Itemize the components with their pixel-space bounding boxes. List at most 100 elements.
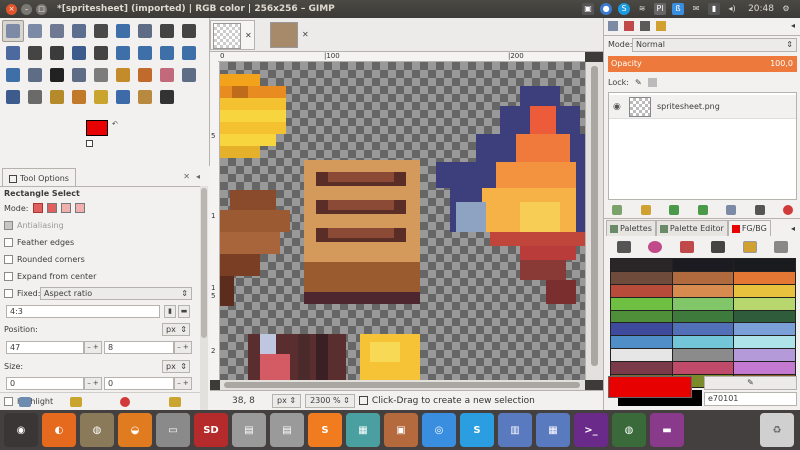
watercolor-selector-icon[interactable] bbox=[711, 241, 726, 253]
palette-swatch[interactable] bbox=[611, 297, 672, 310]
default-colors-icon[interactable] bbox=[86, 140, 93, 147]
smudge-tool-button[interactable] bbox=[134, 86, 156, 108]
landscape-button[interactable]: ▬ bbox=[178, 305, 190, 318]
palette-swatch[interactable] bbox=[734, 362, 795, 375]
palette-swatch[interactable] bbox=[734, 259, 795, 271]
free-select-tool-button[interactable] bbox=[46, 20, 68, 42]
image-tab-other[interactable]: ✕ bbox=[268, 20, 311, 50]
palette-swatch[interactable] bbox=[611, 284, 672, 297]
size-h-stepper[interactable]: – + bbox=[174, 377, 192, 390]
scrollbar-thumb[interactable] bbox=[224, 382, 580, 388]
size-unit-select[interactable]: px ⇕ bbox=[162, 360, 190, 373]
size-h-input[interactable]: 0 bbox=[104, 377, 174, 390]
sublime-icon[interactable]: S bbox=[308, 413, 342, 447]
palette-swatch[interactable] bbox=[672, 297, 734, 310]
hex-color-input[interactable]: e70101 bbox=[704, 392, 797, 406]
text-tool-button[interactable] bbox=[46, 64, 68, 86]
pl-indicator-icon[interactable]: Pl bbox=[654, 3, 667, 15]
files-icon[interactable]: ▣ bbox=[384, 413, 418, 447]
drive2-icon[interactable]: ▤ bbox=[270, 413, 304, 447]
gimp-icon[interactable]: ◍ bbox=[80, 413, 114, 447]
mode-intersect-button[interactable] bbox=[74, 203, 85, 213]
perspective-clone-tool-button[interactable] bbox=[90, 86, 112, 108]
palette-swatch[interactable] bbox=[611, 362, 672, 375]
palette-swatch[interactable] bbox=[672, 259, 734, 271]
eyedropper-button[interactable]: ✎ bbox=[704, 376, 797, 390]
fixed-checkbox[interactable] bbox=[4, 289, 13, 298]
tab-menu-icon[interactable]: ◂ bbox=[196, 172, 200, 181]
trash-icon[interactable]: ♻ bbox=[760, 413, 794, 447]
lower-layer-icon[interactable] bbox=[697, 205, 708, 215]
save-options-icon[interactable] bbox=[19, 396, 32, 407]
position-y-stepper[interactable]: – + bbox=[174, 341, 192, 354]
palette-swatch[interactable] bbox=[672, 284, 734, 297]
layers-tab-icon[interactable] bbox=[608, 21, 618, 31]
palette-swatches[interactable] bbox=[610, 258, 796, 388]
delete-options-icon[interactable] bbox=[120, 396, 131, 407]
document-icon[interactable]: ▥ bbox=[498, 413, 532, 447]
new-layer-icon[interactable] bbox=[612, 205, 622, 215]
clock[interactable]: 20:48 bbox=[748, 4, 774, 14]
image-canvas[interactable] bbox=[220, 62, 585, 380]
cmyk-selector-icon[interactable] bbox=[648, 241, 663, 253]
rounded-corners-row[interactable]: Rounded corners bbox=[4, 255, 85, 264]
rotate-tool-button[interactable] bbox=[112, 42, 134, 64]
mypaint-brush-tool-button[interactable] bbox=[24, 86, 46, 108]
paths-tab-icon[interactable] bbox=[640, 21, 650, 31]
opacity-slider[interactable]: Opacity 100,0 bbox=[608, 56, 797, 72]
sd-card-icon[interactable]: SD bbox=[194, 413, 228, 447]
scrollbar-thumb[interactable] bbox=[201, 188, 207, 338]
terminal-icon[interactable]: ▦ bbox=[346, 413, 380, 447]
ratio-input[interactable]: 4:3 bbox=[6, 305, 160, 318]
palette-swatch[interactable] bbox=[734, 297, 795, 310]
foreground-select-tool-button[interactable] bbox=[112, 20, 134, 42]
channels-tab-icon[interactable] bbox=[624, 21, 634, 31]
mode-add-button[interactable] bbox=[46, 203, 57, 213]
triangle-selector-icon[interactable] bbox=[679, 241, 694, 253]
close-tab-icon[interactable]: ✕ bbox=[302, 30, 309, 39]
maximize-window-button[interactable]: □ bbox=[36, 3, 47, 15]
palette-swatch[interactable] bbox=[734, 323, 795, 336]
palette-swatch[interactable] bbox=[611, 271, 672, 284]
blend-app-icon[interactable]: ◍ bbox=[612, 413, 646, 447]
palette-swatch[interactable] bbox=[611, 310, 672, 323]
foreground-color-big[interactable] bbox=[608, 376, 692, 398]
zoom-tool-button[interactable] bbox=[2, 42, 24, 64]
palette-swatch[interactable] bbox=[734, 349, 795, 362]
rect-select-tool-button[interactable] bbox=[2, 20, 24, 42]
firefox-icon[interactable]: ◐ bbox=[42, 413, 76, 447]
position-unit-select[interactable]: px ⇕ bbox=[162, 323, 190, 336]
palette-swatch[interactable] bbox=[672, 362, 734, 375]
palette-swatch[interactable] bbox=[611, 349, 672, 362]
tab-menu-icon[interactable]: ◂ bbox=[791, 224, 795, 233]
palette-swatch[interactable] bbox=[672, 349, 734, 362]
undo-tab-icon[interactable] bbox=[656, 21, 666, 31]
chrome-icon[interactable]: ◎ bbox=[422, 413, 456, 447]
bluetooth-icon[interactable]: ß bbox=[672, 3, 685, 15]
palette-swatch[interactable] bbox=[672, 336, 734, 349]
shear-tool-button[interactable] bbox=[156, 42, 178, 64]
spreadsheet-icon[interactable]: ▦ bbox=[536, 413, 570, 447]
vm-icon[interactable]: >_ bbox=[574, 413, 608, 447]
color-picker-tool-button[interactable] bbox=[178, 20, 200, 42]
perspective-tool-button[interactable] bbox=[178, 42, 200, 64]
position-x-stepper[interactable]: – + bbox=[84, 341, 102, 354]
cage-tool-button[interactable] bbox=[24, 64, 46, 86]
close-tab-icon[interactable]: ✕ bbox=[245, 31, 252, 40]
raise-layer-icon[interactable] bbox=[669, 205, 679, 215]
bucket-fill-tool-button[interactable] bbox=[68, 64, 90, 86]
mail-icon[interactable]: ✉ bbox=[690, 3, 702, 15]
volume-icon[interactable]: ◂) bbox=[726, 3, 738, 15]
portrait-button[interactable]: ▮ bbox=[164, 305, 176, 318]
align-tool-button[interactable] bbox=[68, 42, 90, 64]
dropbox-icon[interactable]: ▣ bbox=[582, 3, 595, 15]
size-w-input[interactable]: 0 bbox=[6, 377, 84, 390]
palette-swatch[interactable] bbox=[672, 271, 734, 284]
foreground-color-swatch[interactable] bbox=[86, 120, 108, 136]
eye-icon[interactable]: ◉ bbox=[613, 102, 623, 112]
expand-from-center-checkbox[interactable] bbox=[4, 272, 13, 281]
fuzzy-select-tool-button[interactable] bbox=[68, 20, 90, 42]
palette-swatch[interactable] bbox=[734, 284, 795, 297]
drive-icon[interactable]: ▤ bbox=[232, 413, 266, 447]
mode-replace-button[interactable] bbox=[32, 203, 43, 213]
